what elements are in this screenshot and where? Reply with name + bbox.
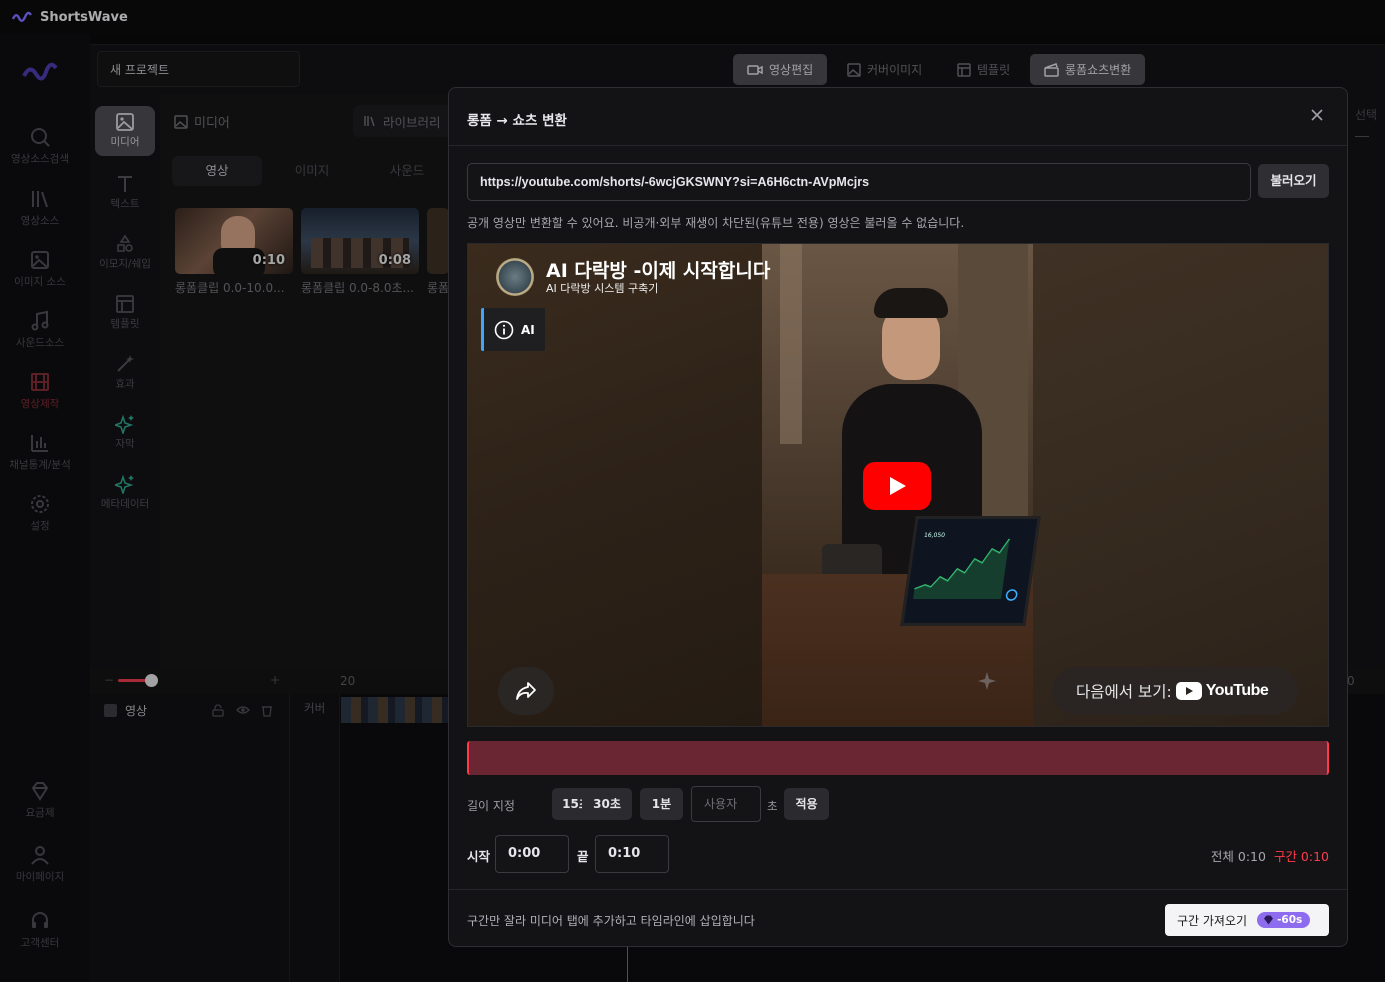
youtube-wordmark: YouTube — [1205, 682, 1269, 699]
total-duration: 전체 0:10 — [1210, 849, 1266, 864]
preset-30s-button[interactable]: 30초 — [582, 788, 632, 820]
watch-on-youtube-button[interactable]: 다음에서 보기: YouTube — [1052, 667, 1298, 715]
segment-duration: 구간 0:10 — [1273, 849, 1329, 864]
laptop-value: 16,050 — [923, 532, 945, 539]
close-icon — [1311, 109, 1323, 121]
range-selector[interactable] — [467, 741, 1329, 775]
youtube-player[interactable]: 16,050 AI 다락방 -이제 시작합니다 AI 다락방 시스템 구축기 A… — [467, 243, 1329, 727]
preset-1m-button[interactable]: 1분 — [640, 788, 683, 820]
stock-chart-graphic: 16,050 — [913, 532, 1018, 601]
public-video-hint: 공개 영상만 변환할 수 있어요. 비공개·외부 재생이 차단된(유튜브 전용)… — [467, 216, 965, 230]
watch-on-label: 다음에서 보기: — [1076, 683, 1172, 701]
blur-right — [1033, 244, 1328, 726]
diamond-icon — [1264, 915, 1274, 925]
import-segment-button[interactable]: 구간 가져오기 -60s — [1165, 904, 1329, 936]
video-title[interactable]: AI 다락방 -이제 시작합니다 — [546, 256, 770, 283]
info-card-button[interactable]: AI — [481, 308, 545, 351]
duration-summary: 전체 0:10 구간 0:10 — [1211, 846, 1329, 865]
modal-header: 롱폼 → 쇼츠 변환 — [449, 88, 1347, 146]
youtube-logo-icon — [1175, 682, 1202, 700]
credit-badge: -60s — [1257, 912, 1311, 928]
import-label: 구간 가져오기 — [1177, 913, 1248, 928]
info-icon — [494, 320, 514, 339]
play-button[interactable] — [863, 462, 931, 510]
seconds-unit: 초 — [767, 799, 778, 813]
info-label: AI — [521, 322, 535, 337]
footer-description: 구간만 잘라 미디어 탭에 추가하고 타임라인에 삽입합니다 — [467, 914, 755, 928]
length-label: 길이 지정 — [467, 799, 515, 813]
start-label: 시작 — [467, 849, 491, 864]
laptop-screen: 16,050 — [900, 516, 1041, 626]
video-url-input[interactable]: https://youtube.com/shorts/-6wcjGKSWNY?s… — [467, 163, 1251, 201]
end-time-input[interactable]: 0:10 — [595, 835, 669, 873]
apply-button[interactable]: 적용 — [784, 788, 829, 820]
channel-avatar[interactable] — [496, 258, 534, 296]
share-icon — [516, 682, 536, 700]
play-icon — [890, 477, 906, 495]
end-label: 끝 — [577, 849, 589, 864]
credit-cost: -60s — [1277, 914, 1303, 926]
channel-name[interactable]: AI 다락방 시스템 구축기 — [546, 280, 658, 296]
custom-length-input[interactable]: 사용자 — [691, 786, 761, 822]
modal-footer: 구간만 잘라 미디어 탭에 추가하고 타임라인에 삽입합니다 구간 가져오기 -… — [449, 889, 1347, 947]
load-button[interactable]: 불러오기 — [1258, 164, 1329, 198]
sparkle-icon — [978, 672, 996, 690]
start-time-input[interactable]: 0:00 — [495, 835, 569, 873]
close-button[interactable] — [1307, 106, 1327, 126]
longform-convert-modal: 롱폼 → 쇼츠 변환 https://youtube.com/shorts/-6… — [448, 87, 1348, 947]
modal-title: 롱폼 → 쇼츠 변환 — [467, 113, 567, 129]
share-button[interactable] — [498, 667, 554, 715]
